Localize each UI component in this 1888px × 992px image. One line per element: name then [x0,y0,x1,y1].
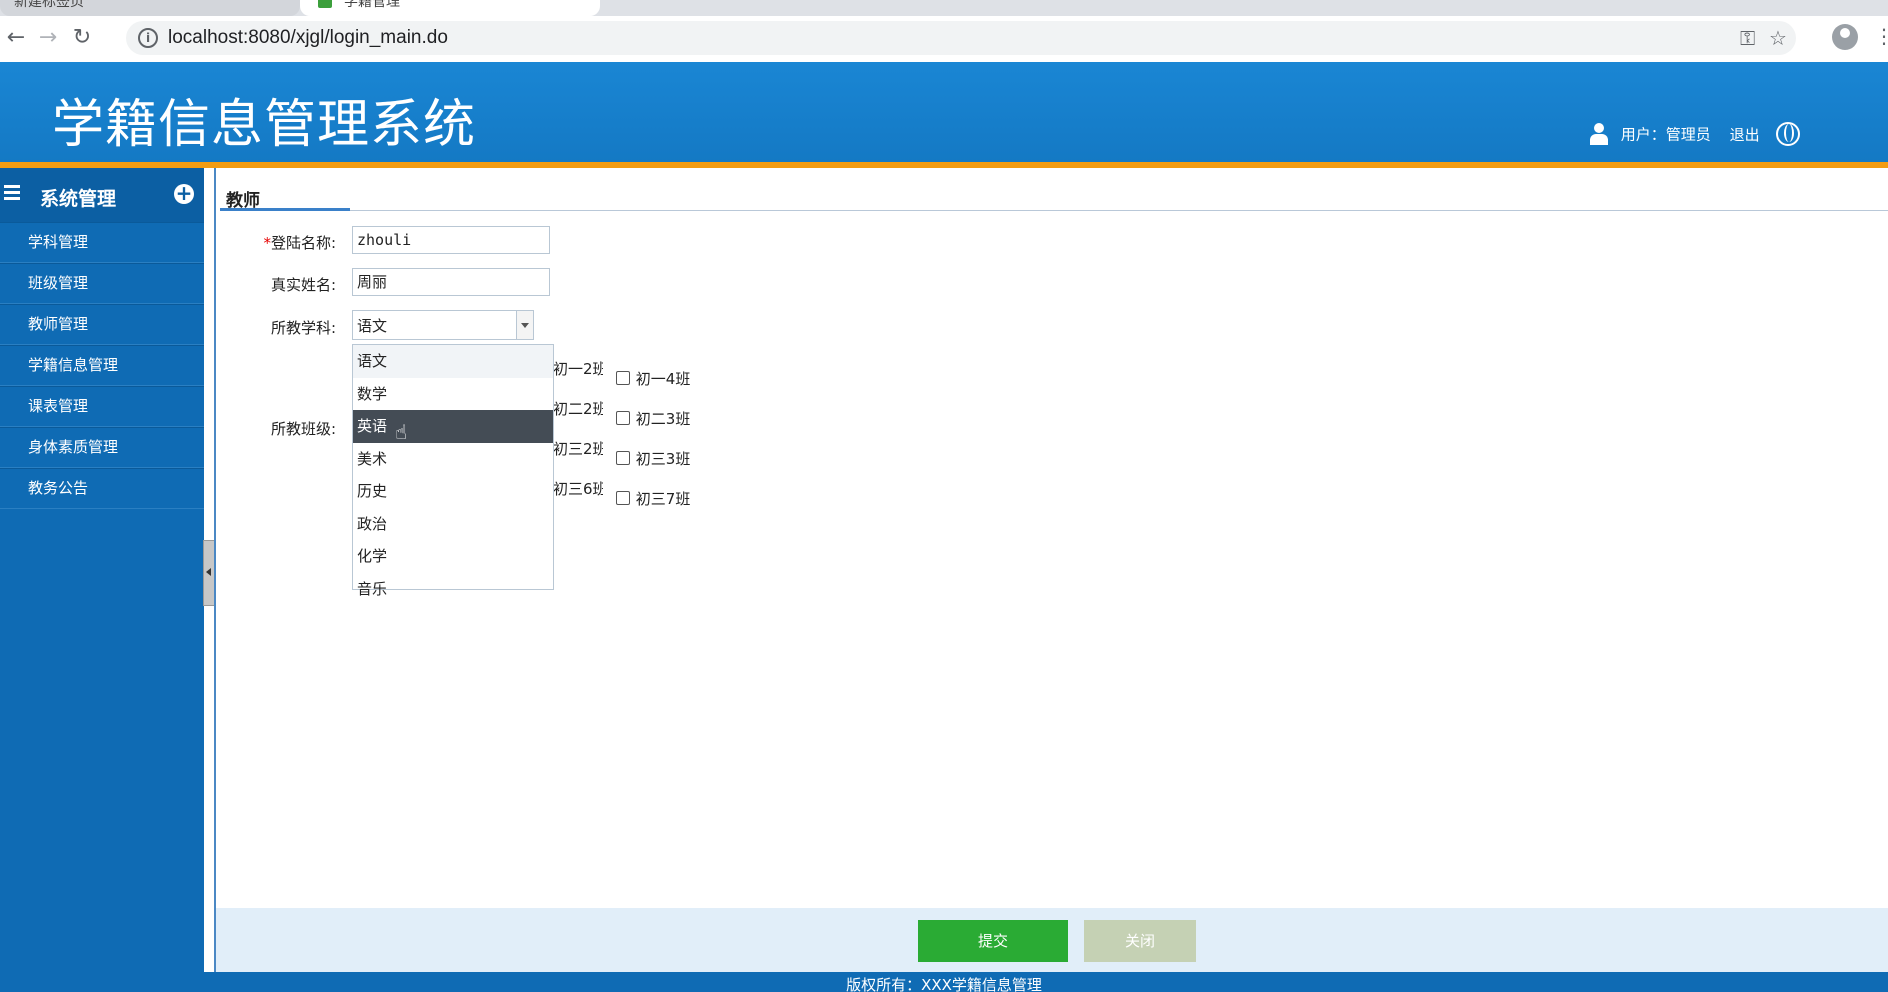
login-name-label: *登陆名称: [263,234,336,252]
browser-tab-label: 新建标签页 [14,0,84,10]
url-text: localhost:8080/xjgl/login_main.do [168,27,448,48]
subject-select[interactable]: 语文 [352,310,534,340]
class-row: 初三6班 初三7班 [553,474,702,514]
browser-toolbar: ← → ↻ i localhost:8080/xjgl/login_main.d… [0,16,1888,63]
profile-avatar-icon[interactable] [1832,24,1858,50]
class-option-partial[interactable]: 初一2班 [553,354,603,384]
back-arrow-icon[interactable]: ← [2,24,30,52]
user-label: 用户：管理员 [1620,125,1711,144]
more-menu-icon[interactable]: ⋮ [1874,24,1888,48]
class-option-partial[interactable]: 初三2班 [553,434,603,464]
tab-favicon-icon [318,0,332,8]
form-button-bar: 提交 关闭 [216,908,1888,972]
class-option-label[interactable]: 初三7班 [636,484,702,514]
tab-divider [220,210,1888,211]
login-name-input[interactable]: zhouli [352,226,550,254]
subject-option[interactable]: 数学 [353,378,553,411]
subject-option[interactable]: 政治 [353,508,553,541]
globe-icon[interactable] [1776,122,1801,146]
info-icon[interactable]: i [138,28,158,48]
real-name-input[interactable]: 周丽 [352,268,550,296]
required-marker: * [263,234,271,252]
hand-cursor-icon: ☝ [395,420,408,444]
class-row: 初一2班 初一4班 [553,354,702,394]
class-option-partial[interactable]: 初二2班 [553,394,603,424]
class-row: 初二2班 初二3班 [553,394,702,434]
subject-option-hovered[interactable]: 英语 ☝ [353,410,553,444]
tab-active-indicator [220,208,350,211]
browser-tab-active[interactable]: 学籍管理 [300,0,600,16]
expand-plus-icon[interactable]: + [174,183,194,204]
class-row: 初三2班 初三3班 [553,434,702,474]
sidebar-item-teacher[interactable]: 教师管理 [0,304,204,345]
class-option-partial[interactable]: 初三6班 [553,474,603,504]
sidebar-item-timetable[interactable]: 课表管理 [0,386,204,427]
classes-label: 所教班级: [270,420,336,438]
class-checkbox[interactable] [615,371,630,385]
real-name-label: 真实姓名: [270,276,336,294]
reload-icon[interactable]: ↻ [68,24,96,52]
close-button[interactable]: 关闭 [1084,920,1196,962]
logout-link[interactable]: 退出 [1730,126,1760,144]
forward-arrow-icon[interactable]: → [34,24,62,52]
app-header: 学籍信息管理系统 用户：管理员 退出 [0,62,1888,162]
subject-option[interactable]: 语文 [353,345,553,378]
subject-option[interactable]: 音乐 [353,573,553,606]
subject-option[interactable]: 美术 [353,443,553,476]
main-panel: 教师 *登陆名称: zhouli 真实姓名: 周丽 所教学科: 语文 所教班级:… [216,168,1888,972]
subject-dropdown-list: 语文 数学 英语 ☝ 美术 历史 政治 化学 音乐 [352,344,554,598]
app-title: 学籍信息管理系统 [52,95,477,155]
class-checkbox[interactable] [615,411,630,425]
sidebar-menu: 学科管理 班级管理 教师管理 学籍信息管理 课表管理 身体素质管理 教务公告 [0,222,204,509]
key-icon[interactable]: ⚿ [1740,26,1755,50]
sidebar-item-student-records[interactable]: 学籍信息管理 [0,345,204,386]
class-checkbox-grid: 初一2班 初一4班 初二2班 初二3班 初三2班 初三3班 初三6班 初三7班 [553,354,702,514]
chevron-down-icon[interactable] [516,311,533,339]
sidebar: 系统管理 + 学科管理 班级管理 教师管理 学籍信息管理 课表管理 身体素质管理… [0,168,204,972]
browser-tab-new[interactable]: 新建标签页 [0,0,300,16]
sidebar-header[interactable]: 系统管理 + [0,168,204,222]
sidebar-item-class[interactable]: 班级管理 [0,263,204,304]
user-area: 用户：管理员 退出 [1590,122,1801,146]
sidebar-item-fitness[interactable]: 身体素质管理 [0,427,204,468]
address-bar[interactable]: i localhost:8080/xjgl/login_main.do ⚿ ☆ [126,21,1796,55]
class-option-label[interactable]: 初一4班 [636,364,702,394]
user-icon [1590,123,1608,145]
sidebar-item-subject[interactable]: 学科管理 [0,222,204,263]
class-option-label[interactable]: 初二3班 [636,404,702,434]
class-option-label[interactable]: 初三3班 [636,444,702,474]
copyright-footer: 版权所有：XXX学籍信息管理 [0,972,1888,992]
subject-option[interactable]: 化学 [353,540,553,573]
subject-option[interactable]: 历史 [353,475,553,508]
star-icon[interactable]: ☆ [1769,26,1787,50]
sidebar-title: 系统管理 [40,188,117,210]
list-icon [4,185,20,201]
sidebar-item-announcements[interactable]: 教务公告 [0,468,204,509]
browser-tabstrip: 新建标签页 学籍管理 [0,0,1888,16]
subject-label: 所教学科: [270,319,336,337]
submit-button[interactable]: 提交 [918,920,1068,962]
subject-select-value: 语文 [357,317,388,335]
class-checkbox[interactable] [615,451,630,465]
browser-tab-label: 学籍管理 [344,0,400,10]
class-checkbox[interactable] [615,491,630,505]
